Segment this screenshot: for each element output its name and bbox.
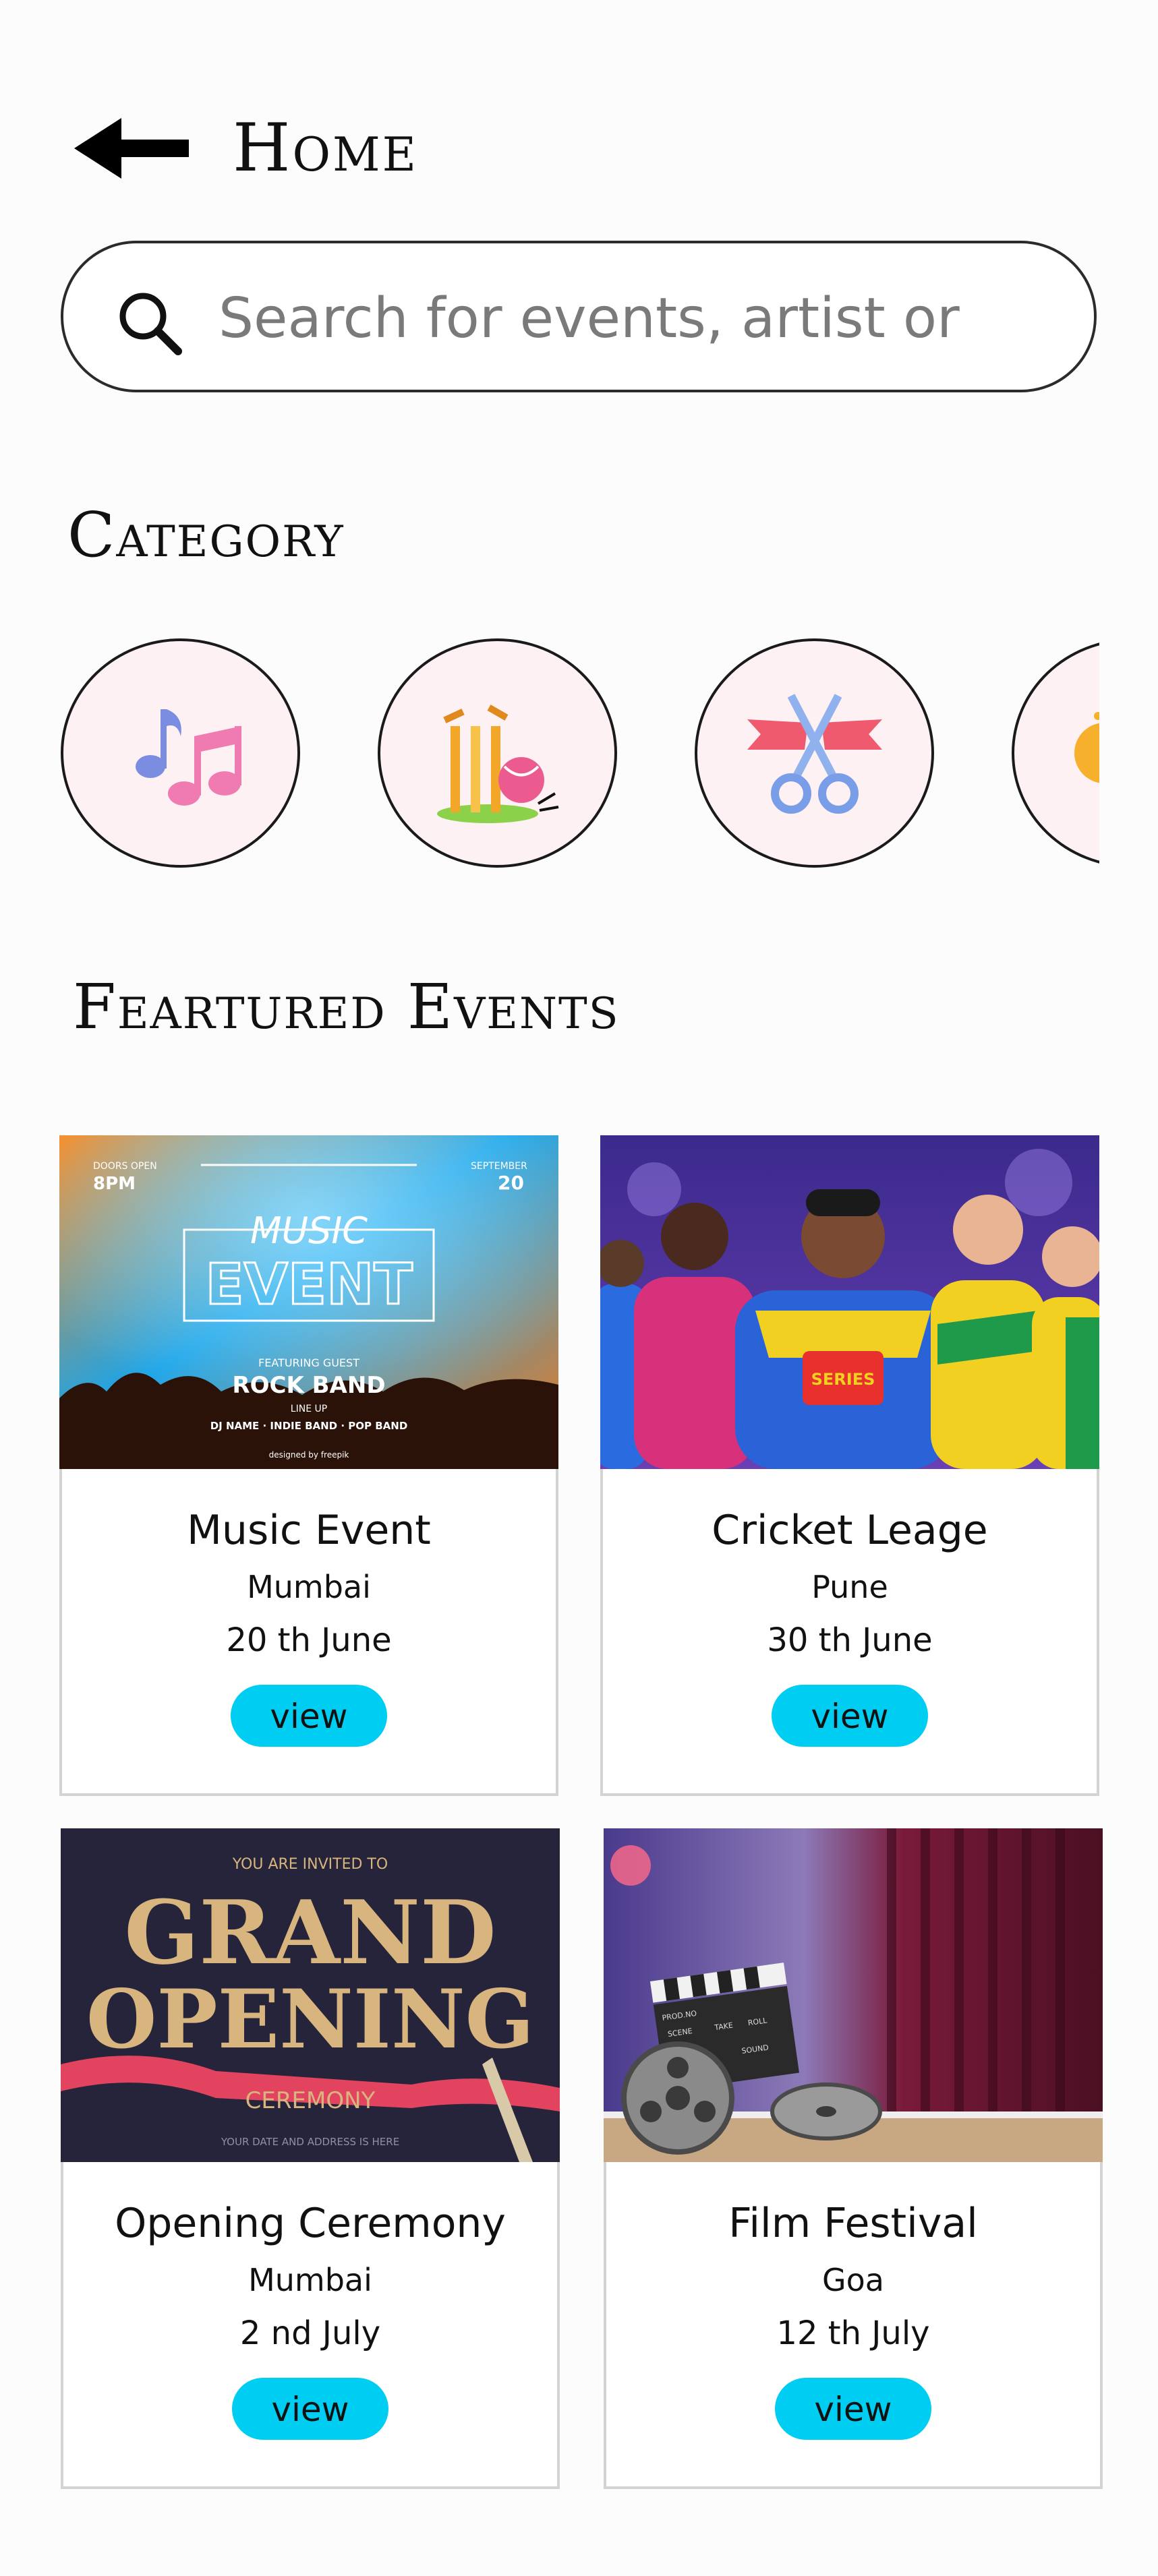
event-poster-opening: YOU ARE INVITED TO GRAND OPENING CEREMON… bbox=[61, 1828, 560, 2162]
cricket-wickets-icon bbox=[436, 705, 558, 823]
poster-grand: GRAND bbox=[124, 1881, 496, 1984]
featured-heading: Feartured Events bbox=[73, 971, 620, 1043]
poster-credit: designed by freepik bbox=[269, 1450, 349, 1460]
poster-month: SEPTEMBER bbox=[471, 1161, 527, 1172]
event-card[interactable]: SERIES Cricket Leage Pune 30 th June vie… bbox=[600, 1135, 1099, 1796]
poster-lineup: LINE UP bbox=[291, 1404, 327, 1414]
back-button[interactable] bbox=[67, 108, 202, 189]
event-poster-music: DOORS OPEN 8PM SEPTEMBER 20 MUSIC EVENT … bbox=[59, 1135, 558, 1469]
event-name: Cricket Leage bbox=[712, 1507, 988, 1554]
poster-ceremony: CEREMONY bbox=[245, 2087, 376, 2114]
comedy-mask-icon bbox=[1074, 712, 1099, 783]
search-bar[interactable] bbox=[61, 241, 1097, 392]
category-cricket[interactable] bbox=[378, 638, 617, 868]
event-city: Mumbai bbox=[247, 1569, 371, 1605]
poster-band: ROCK BAND bbox=[232, 1372, 385, 1399]
event-city: Pune bbox=[811, 1569, 888, 1605]
poster-featuring: FEATURING GUEST bbox=[258, 1356, 359, 1369]
poster-opening: OPENING bbox=[86, 1972, 534, 2067]
event-name: Music Event bbox=[187, 1507, 431, 1554]
view-button[interactable]: view bbox=[775, 2378, 931, 2440]
category-comedy[interactable] bbox=[1012, 638, 1099, 868]
search-icon bbox=[119, 293, 182, 355]
search-input[interactable] bbox=[217, 270, 1056, 366]
event-card[interactable]: YOU ARE INVITED TO GRAND OPENING CEREMON… bbox=[61, 1828, 560, 2489]
view-button[interactable]: view bbox=[232, 2378, 388, 2440]
view-button[interactable]: view bbox=[231, 1685, 387, 1747]
arrow-left-icon bbox=[74, 118, 189, 179]
poster-day: 20 bbox=[498, 1172, 524, 1194]
event-name: Film Festival bbox=[728, 2200, 978, 2247]
poster-lineup-names: DJ NAME · INDIE BAND · POP BAND bbox=[210, 1420, 408, 1432]
category-heading: Category bbox=[67, 499, 345, 571]
ribbon-cutting-icon bbox=[747, 694, 882, 814]
event-date: 12 th July bbox=[776, 2314, 930, 2352]
jersey-text: SERIES bbox=[811, 1370, 875, 1389]
music-notes-icon bbox=[135, 709, 241, 806]
view-button[interactable]: view bbox=[772, 1685, 928, 1747]
category-ceremony[interactable] bbox=[695, 638, 934, 868]
event-city: Mumbai bbox=[248, 2262, 372, 2298]
event-card[interactable]: DOORS OPEN 8PM SEPTEMBER 20 MUSIC EVENT … bbox=[59, 1135, 558, 1796]
event-date: 30 th June bbox=[767, 1621, 933, 1659]
event-city: Goa bbox=[822, 2262, 884, 2298]
page-title: Home bbox=[233, 110, 419, 187]
poster-line1: MUSIC bbox=[250, 1209, 368, 1252]
event-date: 2 nd July bbox=[239, 2314, 381, 2352]
poster-doors-label: DOORS OPEN bbox=[93, 1161, 157, 1172]
category-carousel[interactable] bbox=[61, 637, 1099, 873]
poster-invite: YOU ARE INVITED TO bbox=[232, 1856, 388, 1873]
poster-line2: EVENT bbox=[205, 1251, 412, 1317]
event-name: Opening Ceremony bbox=[115, 2200, 506, 2247]
event-poster-cricket: SERIES bbox=[600, 1135, 1099, 1469]
event-date: 20 th June bbox=[226, 1621, 392, 1659]
event-poster-film: PROD.NO SCENE TAKE ROLL SOUND bbox=[604, 1828, 1103, 2162]
poster-time: 8PM bbox=[93, 1174, 136, 1194]
event-card[interactable]: PROD.NO SCENE TAKE ROLL SOUND Film Festi… bbox=[604, 1828, 1103, 2489]
poster-footer: YOUR DATE AND ADDRESS IS HERE bbox=[221, 2136, 399, 2148]
category-music[interactable] bbox=[61, 638, 300, 868]
